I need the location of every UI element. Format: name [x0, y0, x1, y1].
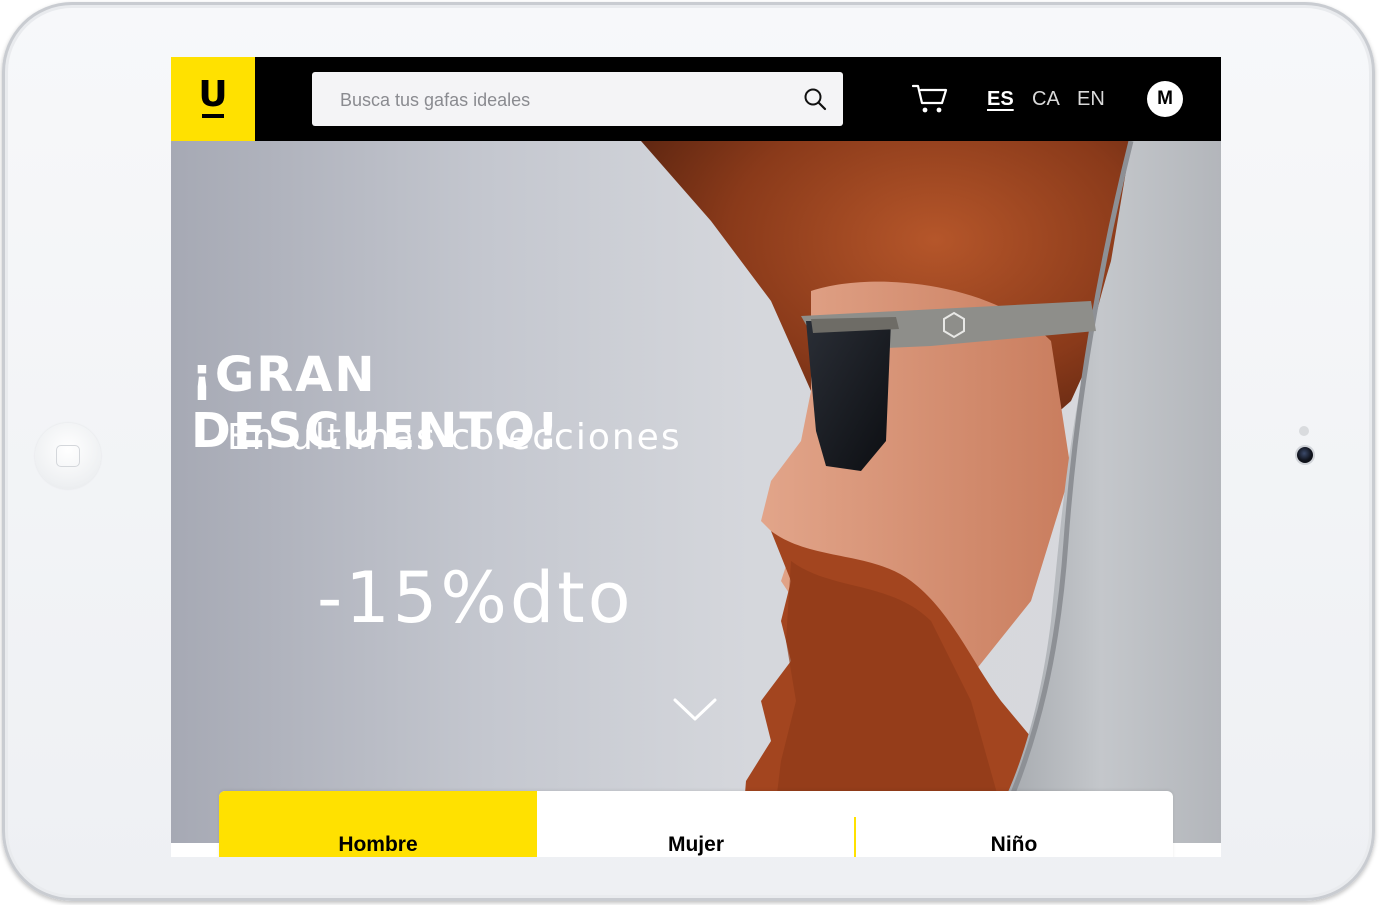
search-box: [312, 72, 843, 128]
hero-photo: [641, 141, 1221, 843]
header: U ES CA EN M: [171, 57, 1221, 141]
light-sensor: [1299, 426, 1309, 436]
tab-mujer[interactable]: Mujer: [537, 791, 855, 857]
logo-letter: U: [198, 74, 228, 115]
screen: U ES CA EN M: [171, 57, 1221, 857]
logo-underline: [202, 114, 224, 118]
chevron-down-icon[interactable]: [672, 696, 718, 724]
home-square-icon: [56, 445, 80, 467]
hero-banner: ¡GRAN DESCUENTO! En ultimas colecciones …: [171, 141, 1221, 843]
search-icon[interactable]: [803, 87, 827, 111]
camera-icon: [1297, 447, 1313, 463]
tab-hombre-label: Hombre: [338, 833, 418, 856]
cart-icon[interactable]: [912, 83, 948, 115]
lang-es[interactable]: ES: [987, 87, 1014, 111]
avatar[interactable]: M: [1147, 81, 1183, 117]
lang-en[interactable]: EN: [1077, 87, 1105, 111]
category-tabs: Hombre Mujer Niño: [219, 791, 1173, 857]
home-button[interactable]: [35, 423, 101, 489]
search-input[interactable]: [312, 72, 812, 128]
hero-subtitle: En ultimas colecciones: [227, 417, 682, 458]
tab-hombre[interactable]: Hombre: [219, 791, 537, 857]
tab-mujer-label: Mujer: [667, 833, 724, 856]
lang-ca[interactable]: CA: [1032, 87, 1060, 111]
tab-nino-label: Niño: [990, 833, 1038, 856]
logo[interactable]: U: [171, 57, 255, 141]
hero-discount: -15%dto: [317, 557, 634, 639]
tab-nino[interactable]: Niño: [855, 791, 1173, 857]
